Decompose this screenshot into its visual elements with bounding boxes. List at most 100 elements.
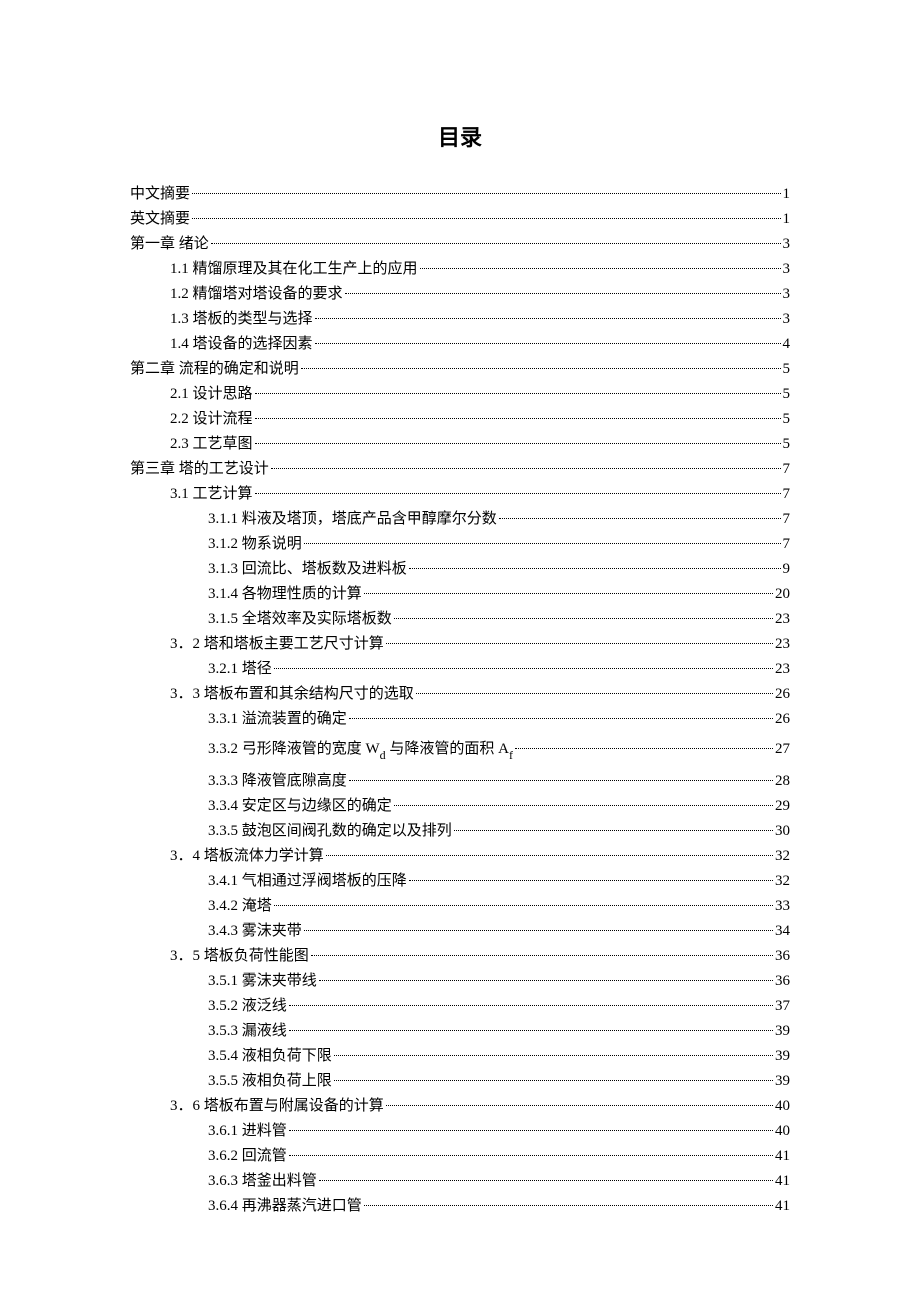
toc-leader-dots (304, 930, 773, 931)
toc-entry: 3.6.2 回流管41 (208, 1144, 790, 1168)
toc-entry-label: 英文摘要 (130, 207, 190, 231)
toc-entry-label: 第二章 流程的确定和说明 (130, 357, 299, 381)
toc-entry: 中文摘要1 (130, 182, 790, 206)
toc-entry-label: 3.1.3 回流比、塔板数及进料板 (208, 557, 407, 581)
toc-entry-label: 1.1 精馏原理及其在化工生产上的应用 (170, 257, 418, 281)
toc-leader-dots (319, 1180, 773, 1181)
toc-entry-label: 3.6.3 塔釜出料管 (208, 1169, 317, 1193)
toc-entry-page: 20 (775, 582, 790, 606)
toc-entry: 3.3.5 鼓泡区间阀孔数的确定以及排列30 (208, 819, 790, 843)
toc-entry-label: 3.5.2 液泛线 (208, 994, 287, 1018)
toc-leader-dots (326, 855, 773, 856)
toc-entry: 3.1.1 料液及塔顶，塔底产品含甲醇摩尔分数 7 (208, 507, 790, 531)
toc-leader-dots (454, 830, 773, 831)
toc-entry: 1.3 塔板的类型与选择 3 (170, 307, 790, 331)
toc-entry-label: 3．3 塔板布置和其余结构尺寸的选取 (170, 682, 414, 706)
toc-entry-page: 7 (783, 532, 791, 556)
toc-entry-label: 1.3 塔板的类型与选择 (170, 307, 313, 331)
toc-leader-dots (255, 493, 781, 494)
toc-entry-page: 27 (775, 737, 790, 761)
toc-entry: 3．6 塔板布置与附属设备的计算40 (170, 1094, 790, 1118)
toc-leader-dots (420, 268, 781, 269)
toc-leader-dots (311, 955, 773, 956)
toc-entry: 1.2 精馏塔对塔设备的要求 3 (170, 282, 790, 306)
toc-entry: 3.5.4 液相负荷下限39 (208, 1044, 790, 1068)
toc-leader-dots (192, 218, 780, 219)
toc-entry: 3.5.3 漏液线 39 (208, 1019, 790, 1043)
toc-entry-label: 3.5.3 漏液线 (208, 1019, 287, 1043)
toc-entry-page: 39 (775, 1069, 790, 1093)
toc-entry-page: 5 (783, 432, 791, 456)
toc-entry-page: 7 (783, 457, 791, 481)
toc-entry-label: 3.3.4 安定区与边缘区的确定 (208, 794, 392, 818)
toc-entry-page: 39 (775, 1019, 790, 1043)
toc-entry: 3.3.1 溢流装置的确定26 (208, 707, 790, 731)
toc-entry: 3．4 塔板流体力学计算32 (170, 844, 790, 868)
toc-entry: 3.1 工艺计算 7 (170, 482, 790, 506)
toc-entry: 3.5.5 液相负荷上限 39 (208, 1069, 790, 1093)
toc-entry-label: 3.2.1 塔径 (208, 657, 272, 681)
toc-entry-page: 32 (775, 869, 790, 893)
toc-entry-label: 2.2 设计流程 (170, 407, 253, 431)
toc-entry-page: 7 (783, 507, 791, 531)
toc-entry-label: 3.4.1 气相通过浮阀塔板的压降 (208, 869, 407, 893)
toc-entry-label: 3.5.5 液相负荷上限 (208, 1069, 332, 1093)
toc-leader-dots (289, 1005, 773, 1006)
toc-entry: 3.1.5 全塔效率及实际塔板数23 (208, 607, 790, 631)
toc-entry-page: 37 (775, 994, 790, 1018)
toc-entry: 3.6.3 塔釜出料管 41 (208, 1169, 790, 1193)
toc-entry: 1.4 塔设备的选择因素4 (170, 332, 790, 356)
toc-entry: 2.3 工艺草图5 (170, 432, 790, 456)
toc-entry-page: 23 (775, 657, 790, 681)
toc-entry: 3.3.2 弓形降液管的宽度 Wd 与降液管的面积 Af 27 (208, 737, 790, 763)
toc-entry-page: 41 (775, 1194, 790, 1218)
toc-entry-label: 3.3.5 鼓泡区间阀孔数的确定以及排列 (208, 819, 452, 843)
toc-entry-label: 3．5 塔板负荷性能图 (170, 944, 309, 968)
toc-entry: 英文摘要1 (130, 207, 790, 231)
toc-entry-page: 26 (775, 682, 790, 706)
toc-entry-page: 9 (783, 557, 791, 581)
toc-entry-label: 3.5.1 雾沫夹带线 (208, 969, 317, 993)
toc-leader-dots (274, 905, 773, 906)
toc-entry-label: 3．2 塔和塔板主要工艺尺寸计算 (170, 632, 384, 656)
toc-leader-dots (255, 443, 781, 444)
toc-entry-label: 第三章 塔的工艺设计 (130, 457, 269, 481)
toc-entry-page: 40 (775, 1119, 790, 1143)
toc-entry-label: 3.1.1 料液及塔顶，塔底产品含甲醇摩尔分数 (208, 507, 497, 531)
toc-leader-dots (334, 1055, 773, 1056)
toc-entry-page: 41 (775, 1169, 790, 1193)
toc-entry-label: 1.2 精馏塔对塔设备的要求 (170, 282, 343, 306)
toc-leader-dots (315, 343, 781, 344)
toc-leader-dots (416, 693, 773, 694)
toc-entry: 3.1.4 各物理性质的计算20 (208, 582, 790, 606)
toc-entry-page: 5 (783, 357, 791, 381)
toc-entry: 3.4.3 雾沫夹带34 (208, 919, 790, 943)
toc-leader-dots (211, 243, 781, 244)
toc-entry-page: 40 (775, 1094, 790, 1118)
toc-leader-dots (289, 1130, 773, 1131)
toc-entry-page: 23 (775, 632, 790, 656)
toc-leader-dots (301, 368, 781, 369)
toc-entry-page: 7 (783, 482, 791, 506)
toc-entry: 3．3 塔板布置和其余结构尺寸的选取 26 (170, 682, 790, 706)
toc-entry-page: 34 (775, 919, 790, 943)
toc-entry-page: 33 (775, 894, 790, 918)
toc-leader-dots (386, 1105, 773, 1106)
toc-entry-page: 3 (783, 307, 791, 331)
toc-leader-dots (394, 805, 773, 806)
toc-leader-dots (409, 568, 781, 569)
toc-entry-label: 3.3.1 溢流装置的确定 (208, 707, 347, 731)
toc-leader-dots (274, 668, 773, 669)
toc-entry: 3.4.2 淹塔33 (208, 894, 790, 918)
toc-entry: 3.2.1 塔径 23 (208, 657, 790, 681)
table-of-contents: 中文摘要1英文摘要1第一章 绪论31.1 精馏原理及其在化工生产上的应用31.2… (130, 182, 790, 1218)
toc-entry-page: 5 (783, 407, 791, 431)
toc-entry-page: 3 (783, 282, 791, 306)
toc-entry-label: 第一章 绪论 (130, 232, 209, 256)
toc-entry-label: 1.4 塔设备的选择因素 (170, 332, 313, 356)
toc-entry-label: 3.1 工艺计算 (170, 482, 253, 506)
toc-leader-dots (255, 418, 781, 419)
toc-entry-page: 23 (775, 607, 790, 631)
toc-entry-label: 3.5.4 液相负荷下限 (208, 1044, 332, 1068)
toc-entry: 2.2 设计流程 5 (170, 407, 790, 431)
